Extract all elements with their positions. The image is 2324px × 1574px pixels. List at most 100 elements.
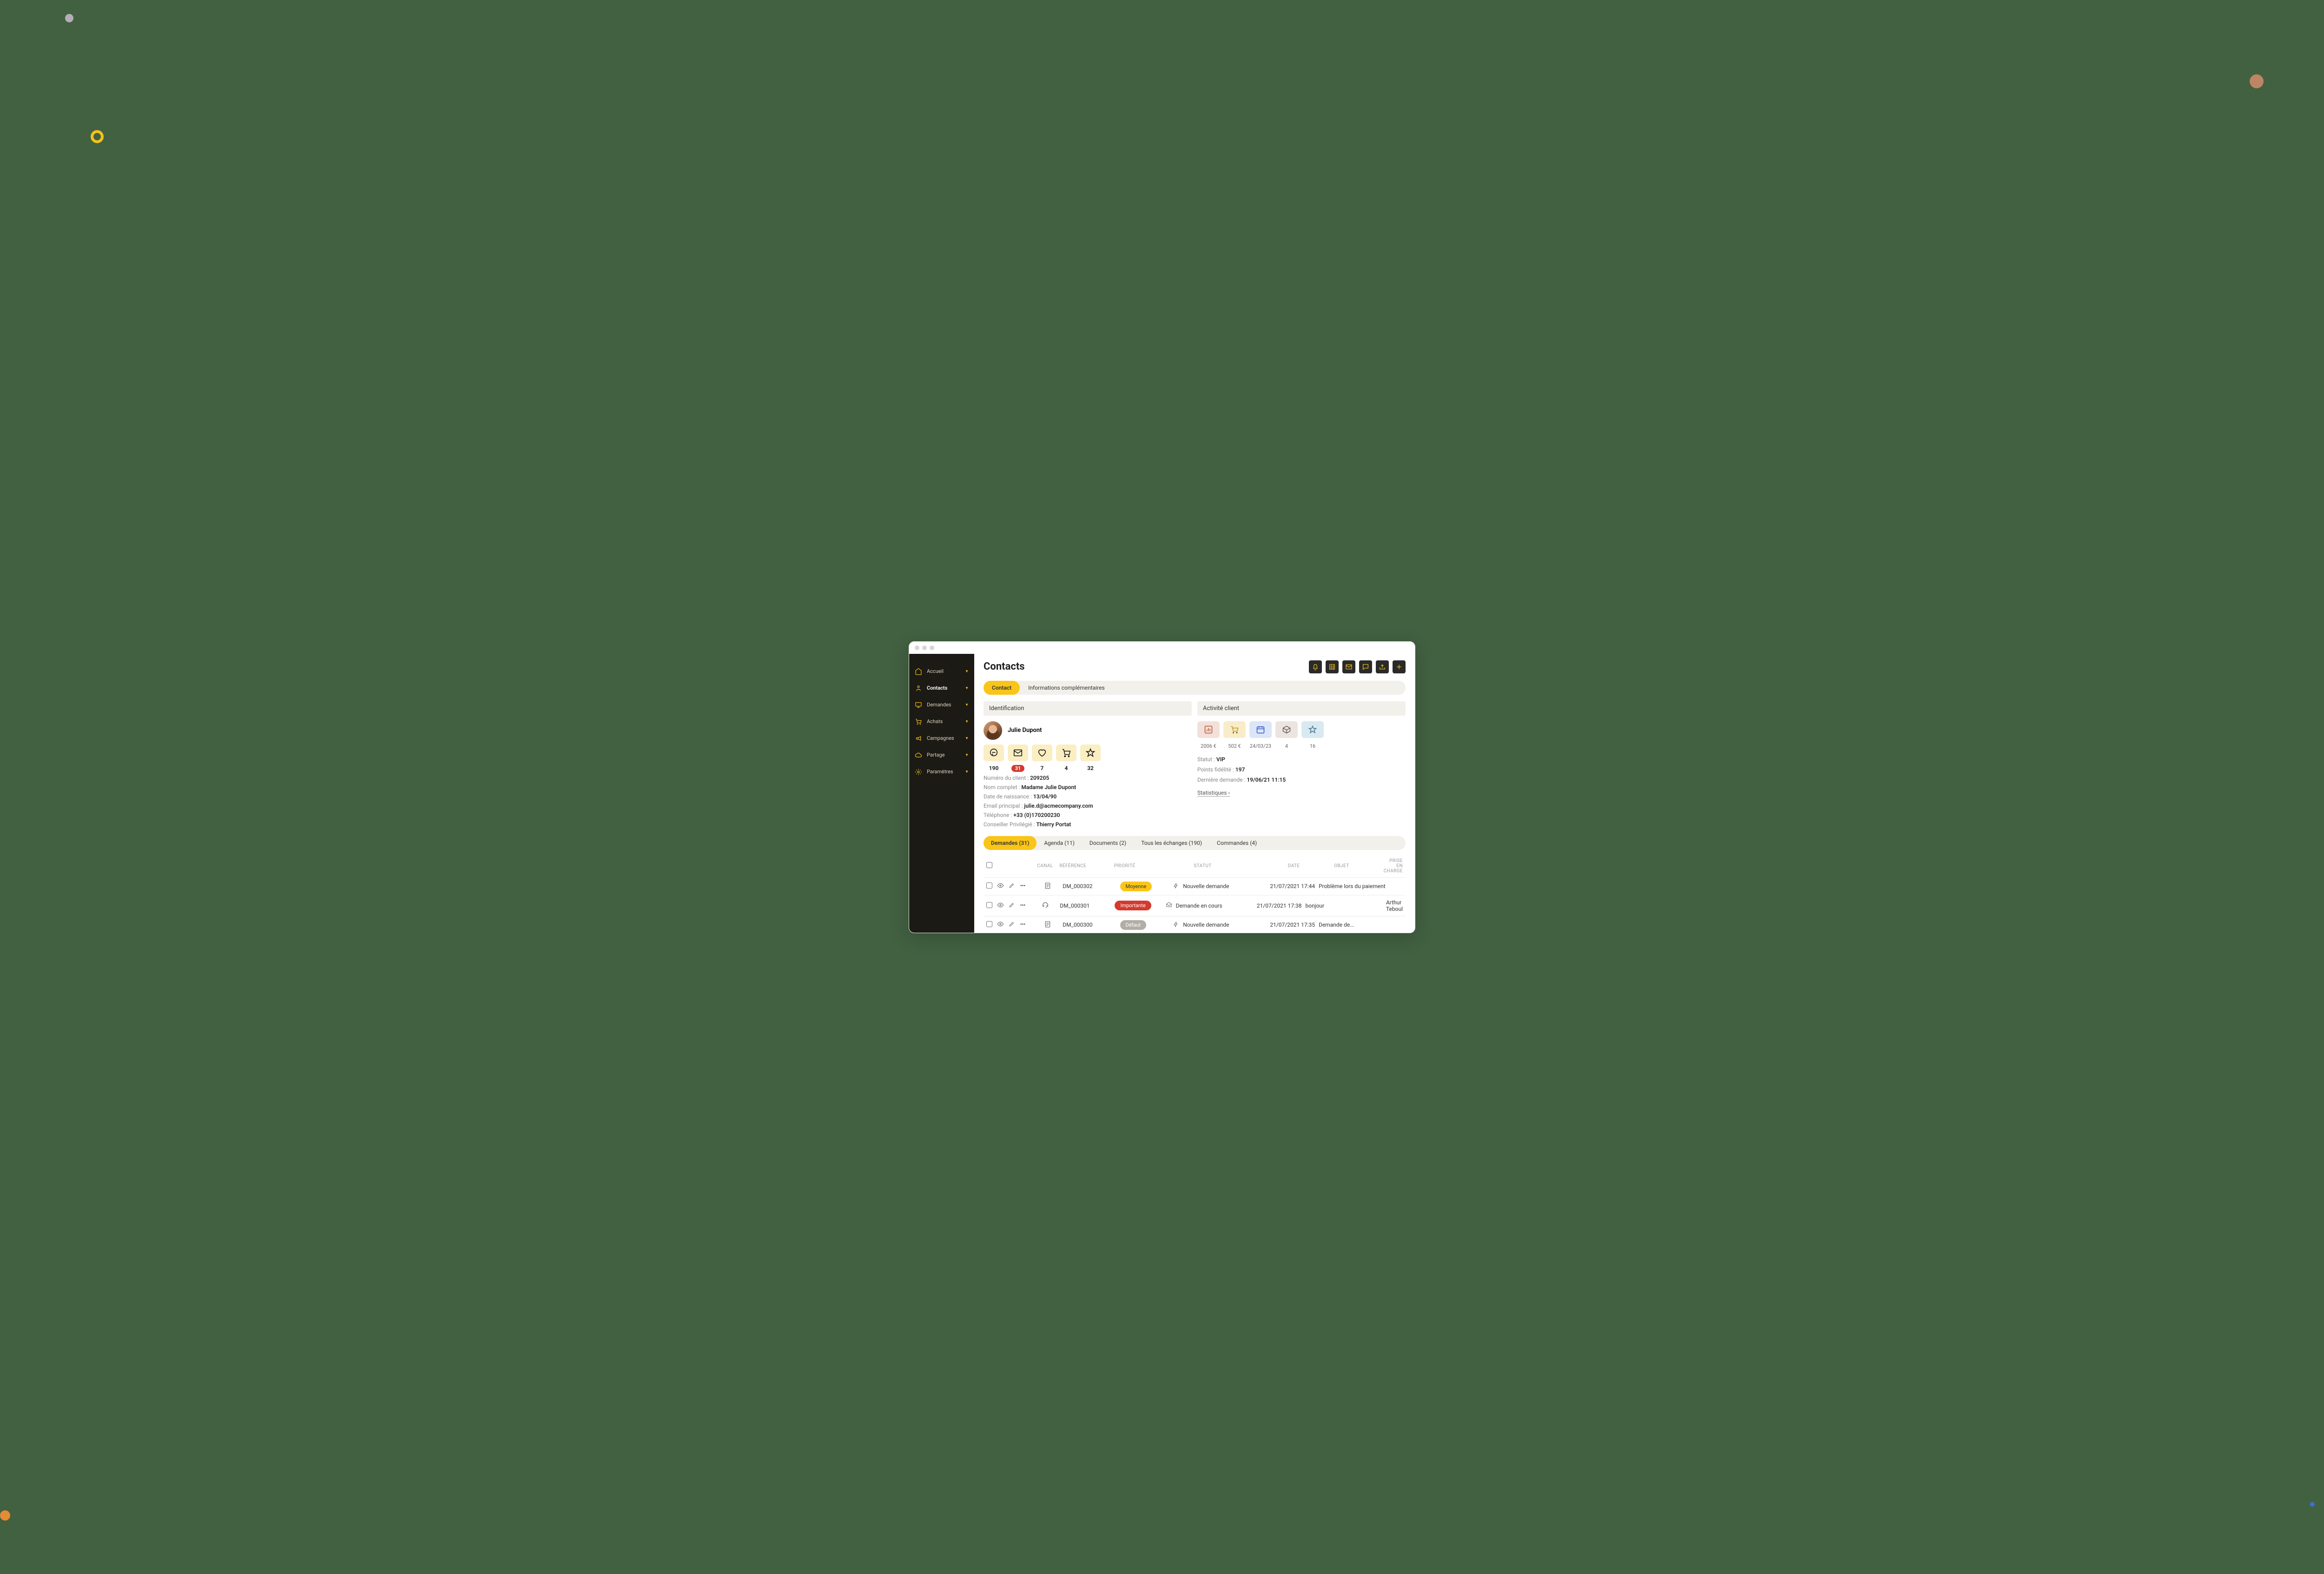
client-number: 209205: [1030, 775, 1049, 781]
sidebar: Accueil ▼ Contacts ▼ Demandes ▼ Achats ▼…: [909, 654, 974, 933]
row-checkbox[interactable]: [986, 882, 992, 889]
col-objet[interactable]: OBJET: [1303, 863, 1380, 869]
star-icon: [1085, 748, 1096, 758]
stat-value: 4: [1065, 765, 1068, 771]
label: Date de naissance :: [984, 793, 1033, 800]
chevron-down-icon: ▼: [965, 770, 969, 774]
share-icon: [1379, 663, 1386, 671]
cart-icon: [915, 718, 922, 725]
grid-icon: [1328, 663, 1336, 671]
statut-icon: [1166, 902, 1172, 909]
activity-panel: Activité client 2006 € 502 € 24/03/23: [1197, 701, 1406, 828]
nav-contacts[interactable]: Contacts ▼: [909, 680, 974, 697]
table-row[interactable]: DM_000300 Défaut Nouvelle demande 21/07/…: [984, 916, 1406, 933]
nav-accueil[interactable]: Accueil ▼: [909, 663, 974, 680]
subtab-documents[interactable]: Documents (2): [1082, 836, 1134, 850]
panel-title: Activité client: [1197, 701, 1406, 716]
cell-charge: Arthur Teboul: [1386, 899, 1403, 912]
more-icon[interactable]: [1019, 902, 1026, 910]
row-checkbox[interactable]: [986, 902, 992, 908]
col-charge[interactable]: PRISE EN CHARGE: [1384, 858, 1403, 874]
table-row[interactable]: DM_000301 Importante Demande en cours 21…: [984, 895, 1406, 916]
act-stars[interactable]: 16: [1301, 721, 1324, 750]
add-button[interactable]: [1393, 660, 1406, 673]
col-statut[interactable]: STATUT: [1164, 863, 1241, 869]
bell-button[interactable]: [1309, 660, 1322, 673]
act-value: 502 €: [1228, 743, 1241, 749]
act-packages[interactable]: 4: [1275, 721, 1298, 750]
row-checkbox[interactable]: [986, 921, 992, 927]
act-lastdate[interactable]: 24/03/23: [1249, 721, 1272, 750]
points-value: 197: [1235, 766, 1245, 773]
mail-icon: [1013, 748, 1023, 758]
priority-pill: Défaut: [1120, 920, 1147, 930]
gear-icon: [915, 768, 922, 776]
cell-objet: bonjour: [1306, 902, 1382, 909]
more-icon[interactable]: [1019, 921, 1026, 929]
heart-icon: [1037, 748, 1047, 758]
chat-button[interactable]: [1359, 660, 1372, 673]
nav-campagnes[interactable]: Campagnes ▼: [909, 730, 974, 747]
subtab-commandes[interactable]: Commandes (4): [1209, 836, 1264, 850]
star-icon: [1308, 725, 1317, 734]
calendar-icon: [1256, 725, 1265, 734]
stat-mail[interactable]: 31: [1008, 744, 1028, 772]
priority-pill: Moyenne: [1120, 882, 1152, 891]
tab-extra-info[interactable]: Informations complémentaires: [1020, 681, 1113, 695]
view-icon[interactable]: [997, 902, 1004, 910]
campaign-icon: [915, 735, 922, 742]
status-value: VIP: [1216, 756, 1225, 763]
canal-icon: [1044, 923, 1051, 929]
nav-achats[interactable]: Achats ▼: [909, 713, 974, 730]
select-all-checkbox[interactable]: [986, 862, 992, 868]
cell-statut: Demande en cours: [1176, 902, 1222, 909]
more-icon[interactable]: [1019, 882, 1026, 890]
col-canal[interactable]: CANAL: [1035, 863, 1056, 869]
plus-icon: [1395, 663, 1403, 671]
subtab-demandes[interactable]: Demandes (31): [984, 836, 1037, 850]
tab-contact[interactable]: Contact: [984, 681, 1020, 695]
statut-icon: [1173, 882, 1179, 890]
traffic-light-max[interactable]: [930, 645, 934, 650]
window-titlebar: [909, 642, 1415, 654]
view-icon[interactable]: [997, 882, 1004, 890]
mail-button[interactable]: [1342, 660, 1355, 673]
col-reference[interactable]: RÉFÉRENCE: [1059, 863, 1110, 869]
nav-label: Contacts: [927, 685, 960, 691]
view-icon[interactable]: [997, 921, 1004, 929]
col-date[interactable]: DATE: [1245, 863, 1300, 869]
subtab-agenda[interactable]: Agenda (11): [1037, 836, 1082, 850]
cell-statut: Nouvelle demande: [1183, 922, 1229, 928]
edit-icon[interactable]: [1009, 882, 1015, 890]
chart-icon: [1204, 725, 1213, 734]
last-request: 19/06/21 11:15: [1247, 777, 1286, 783]
col-priorite[interactable]: PRIORITÉ: [1114, 863, 1161, 869]
demandes-table: CANAL RÉFÉRENCE PRIORITÉ STATUT DATE OBJ…: [984, 855, 1406, 933]
cloud-icon: [915, 751, 922, 759]
statistics-link[interactable]: Statistiques: [1197, 790, 1230, 797]
act-value: 16: [1310, 743, 1315, 749]
traffic-light-close[interactable]: [915, 645, 919, 650]
nav-parametres[interactable]: Paramètres ▼: [909, 764, 974, 780]
nav-label: Accueil: [927, 668, 960, 674]
act-revenue[interactable]: 2006 €: [1197, 721, 1220, 750]
stat-heart[interactable]: 7: [1032, 744, 1052, 772]
traffic-light-min[interactable]: [922, 645, 927, 650]
edit-icon[interactable]: [1009, 921, 1015, 929]
share-button[interactable]: [1376, 660, 1389, 673]
contact-name: Julie Dupont: [1008, 727, 1042, 734]
act-purchases[interactable]: 502 €: [1223, 721, 1246, 750]
chat-icon: [1362, 663, 1369, 671]
label: Nom complet :: [984, 784, 1021, 790]
phone: +33 (0)170200230: [1013, 812, 1060, 818]
grid-button[interactable]: [1326, 660, 1339, 673]
edit-icon[interactable]: [1009, 902, 1015, 909]
cell-objet: Problème lors du paiement: [1319, 883, 1399, 889]
subtab-echanges[interactable]: Tous les échanges (190): [1134, 836, 1209, 850]
table-row[interactable]: DM_000302 Moyenne Nouvelle demande 21/07…: [984, 877, 1406, 895]
stat-cart[interactable]: 4: [1056, 744, 1076, 772]
stat-star[interactable]: 32: [1080, 744, 1101, 772]
nav-demandes[interactable]: Demandes ▼: [909, 697, 974, 713]
stat-comments[interactable]: 190: [984, 744, 1004, 772]
nav-partage[interactable]: Partage ▼: [909, 747, 974, 764]
